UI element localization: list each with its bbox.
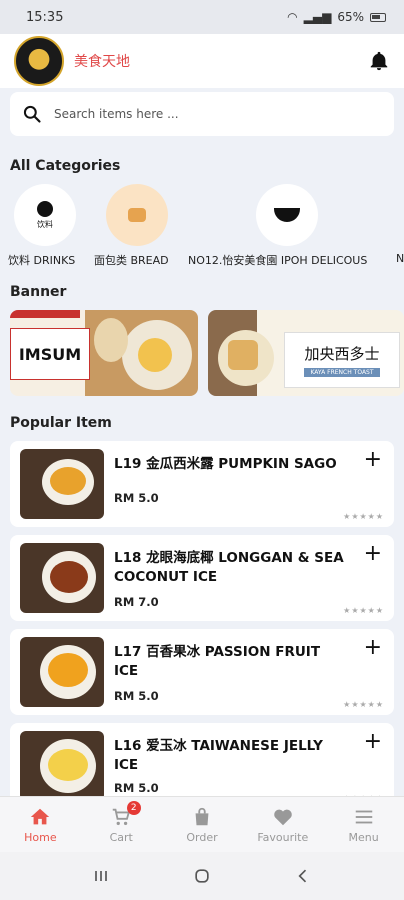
popular-title: Popular Item	[10, 415, 112, 431]
status-icons: ◠ ▂▄▆ 65%	[287, 10, 386, 24]
brand-name: 美食天地	[74, 54, 130, 70]
item-rating: ★★★★★	[343, 512, 384, 521]
back-icon[interactable]	[293, 866, 313, 886]
system-navigation-bar	[0, 852, 404, 900]
kaya-toast-banner[interactable]: 加央西多士 KAYA FRENCH TOAST	[208, 310, 404, 396]
item-rating: ★★★★★	[343, 606, 384, 615]
battery-icon	[370, 12, 386, 22]
bottom-navigation: Home 2 Cart Order Favourite Menu	[0, 796, 404, 852]
item-price: RM 5.0	[114, 689, 159, 703]
item-title: L17 百香果冰 PASSION FRUIT ICE	[114, 644, 321, 679]
nav-cart[interactable]: 2 Cart	[81, 797, 162, 852]
app-header: 美食天地	[0, 34, 404, 88]
category-label: 饮料 DRINKS	[8, 254, 76, 267]
nav-order[interactable]: Order	[162, 797, 243, 852]
search-bar[interactable]	[10, 92, 394, 136]
category-list: 饮料 饮料 DRINKS 面包类 BREAD NO12.怡安美食園 IPOH D…	[0, 184, 404, 270]
drinks-category-icon: 饮料	[14, 184, 76, 246]
nav-cart-label: Cart	[109, 830, 133, 844]
shopping-bag-icon	[195, 807, 209, 825]
kaya-banner-tag: KAYA FRENCH TOAST	[304, 368, 380, 377]
category-ipoh-delicous[interactable]	[256, 184, 318, 246]
item-title: L16 爱玉冰 TAIWANESE JELLY ICE	[114, 738, 323, 773]
category-bread[interactable]	[106, 184, 168, 246]
add-to-cart-plus-icon[interactable]: +	[364, 543, 382, 565]
hamburger-menu-icon	[355, 810, 372, 823]
item-image	[20, 637, 104, 707]
search-input[interactable]	[54, 107, 354, 121]
dimsum-banner-text: IMSUM	[18, 344, 82, 364]
home-icon	[31, 808, 50, 824]
search-icon	[23, 105, 41, 123]
signal-icon: ▂▄▆	[303, 10, 332, 24]
notification-bell-icon[interactable]	[368, 50, 390, 72]
category-label: NO12.怡安美食園 IPOH DELICOUS	[188, 254, 368, 267]
kaya-banner-text: 加央西多士	[304, 345, 380, 363]
add-to-cart-plus-icon[interactable]: +	[364, 449, 382, 471]
item-price: RM 7.0	[114, 595, 159, 609]
category-drinks[interactable]: 饮料	[14, 184, 76, 246]
nav-home[interactable]: Home	[0, 797, 81, 852]
item-title: L18 龙眼海底椰 LONGGAN & SEA COCONUT ICE	[114, 550, 344, 585]
nav-menu[interactable]: Menu	[323, 797, 404, 852]
item-rating: ★★★★★	[343, 700, 384, 709]
status-bar: 15:35 ◠ ▂▄▆ 65%	[0, 0, 404, 34]
popular-item-card[interactable]: L19 金瓜西米露 PUMPKIN SAGO RM 5.0 + ★★★★★	[10, 441, 394, 527]
item-price: RM 5.0	[114, 491, 159, 505]
nav-favourite-label: Favourite	[257, 830, 309, 844]
categories-title: All Categories	[10, 158, 121, 174]
bread-category-icon	[106, 184, 168, 246]
restaurant-logo[interactable]	[14, 36, 64, 86]
cart-badge: 2	[126, 801, 141, 815]
wifi-icon: ◠	[287, 10, 298, 24]
popular-item-card[interactable]: L18 龙眼海底椰 LONGGAN & SEA COCONUT ICE RM 7…	[10, 535, 394, 621]
nav-favourite[interactable]: Favourite	[242, 797, 323, 852]
ipoh-delicous-category-icon	[256, 184, 318, 246]
nav-order-label: Order	[186, 830, 218, 844]
recent-apps-icon[interactable]	[91, 866, 111, 886]
heart-icon	[273, 809, 292, 825]
item-title: L19 金瓜西米露 PUMPKIN SAGO	[114, 456, 337, 472]
status-time: 15:35	[26, 9, 64, 25]
item-image	[20, 543, 104, 613]
home-button-icon[interactable]	[192, 866, 212, 886]
item-price: RM 5.0	[114, 781, 159, 795]
nav-home-label: Home	[24, 830, 57, 844]
item-image	[20, 449, 104, 519]
banner-title: Banner	[10, 284, 67, 300]
battery-level: 65%	[337, 10, 364, 24]
add-to-cart-plus-icon[interactable]: +	[364, 637, 382, 659]
banner-carousel[interactable]: IMSUM 加央西多士 KAYA FRENCH TOAST	[10, 310, 404, 396]
category-label: N	[396, 252, 404, 265]
add-to-cart-plus-icon[interactable]: +	[364, 731, 382, 753]
nav-menu-label: Menu	[348, 830, 379, 844]
popular-item-card[interactable]: L17 百香果冰 PASSION FRUIT ICE RM 5.0 + ★★★★…	[10, 629, 394, 715]
item-image	[20, 731, 104, 801]
category-label: 面包类 BREAD	[94, 254, 169, 267]
dimsum-banner[interactable]: IMSUM	[10, 310, 198, 396]
